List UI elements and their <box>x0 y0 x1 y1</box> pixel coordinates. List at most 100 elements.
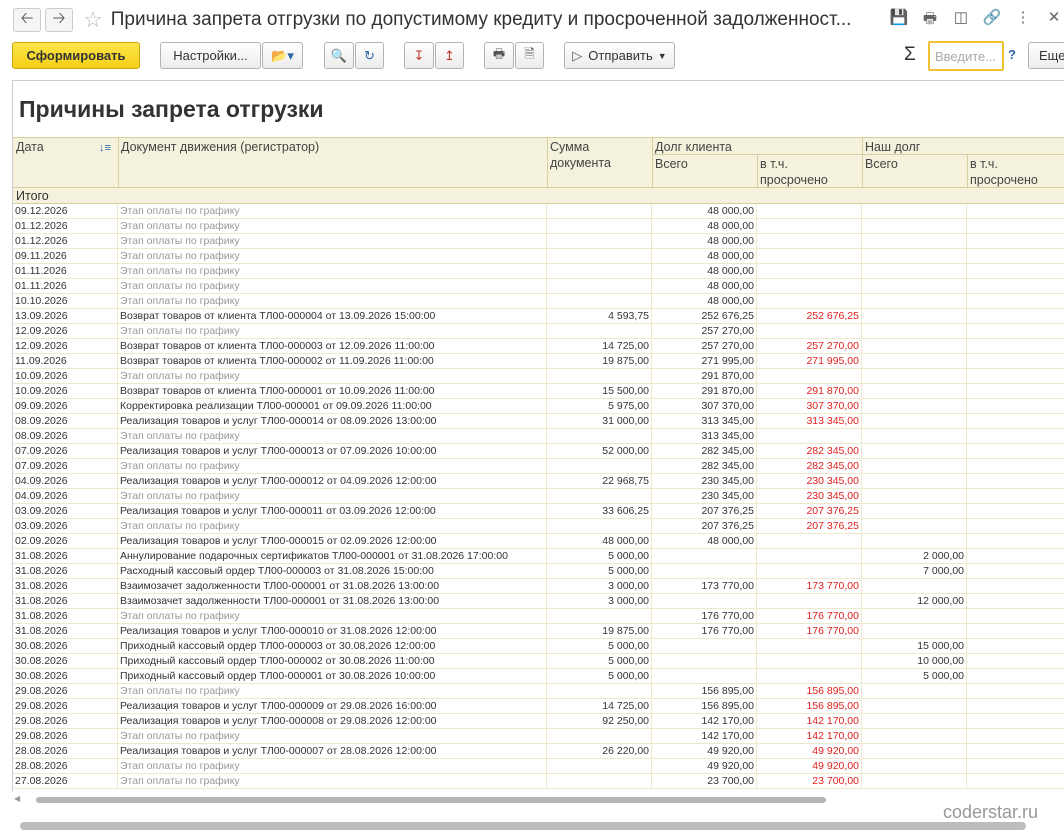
col-client-total[interactable]: Всего <box>655 156 688 172</box>
table-row[interactable]: 13.09.2026 Возврат товаров от клиента ТЛ0… <box>13 309 1064 324</box>
cell-document[interactable]: Этап оплаты по графику <box>118 249 547 264</box>
table-row[interactable]: 31.08.2026 Взаимозачет задолженности ТЛ00… <box>13 594 1064 609</box>
col-date[interactable]: Дата <box>16 139 44 155</box>
cell-document[interactable]: Этап оплаты по графику <box>118 519 547 534</box>
cell-document[interactable]: Возврат товаров от клиента ТЛ00-000002 о… <box>118 354 547 369</box>
table-row[interactable]: 30.08.2026 Приходный кассовый ордер ТЛ00-… <box>13 639 1064 654</box>
table-row[interactable]: 04.09.2026 Этап оплаты по графику 230 345,… <box>13 489 1064 504</box>
cell-document[interactable]: Приходный кассовый ордер ТЛ00-000003 от … <box>118 639 547 654</box>
table-row[interactable]: 08.09.2026 Этап оплаты по графику 313 345,… <box>13 429 1064 444</box>
cell-document[interactable]: Возврат товаров от клиента ТЛ00-000001 о… <box>118 384 547 399</box>
cell-document[interactable]: Этап оплаты по графику <box>118 204 547 219</box>
col-client-debt[interactable]: Долг клиента <box>655 139 732 155</box>
table-row[interactable]: 10.09.2026 Этап оплаты по графику 291 870,… <box>13 369 1064 384</box>
table-row[interactable]: 10.10.2026 Этап оплаты по графику 48 000,0… <box>13 294 1064 309</box>
table-row[interactable]: 30.08.2026 Приходный кассовый ордер ТЛ00-… <box>13 654 1064 669</box>
table-row[interactable]: 31.08.2026 Расходный кассовый ордер ТЛ00-… <box>13 564 1064 579</box>
col-sum[interactable]: Сумма документа <box>550 139 630 171</box>
cell-document[interactable]: Этап оплаты по графику <box>118 324 547 339</box>
cell-document[interactable]: Приходный кассовый ордер ТЛ00-000002 от … <box>118 654 547 669</box>
cell-document[interactable]: Этап оплаты по графику <box>118 759 547 774</box>
cell-document[interactable]: Корректировка реализации ТЛ00-000001 от … <box>118 399 547 414</box>
table-row[interactable]: 31.08.2026 Взаимозачет задолженности ТЛ00… <box>13 579 1064 594</box>
col-document[interactable]: Документ движения (регистратор) <box>121 139 319 155</box>
table-row[interactable]: 11.09.2026 Возврат товаров от клиента ТЛ0… <box>13 354 1064 369</box>
col-our-overdue[interactable]: в т.ч. просрочено <box>970 156 1050 188</box>
cell-document[interactable]: Этап оплаты по графику <box>118 279 547 294</box>
cell-document[interactable]: Взаимозачет задолженности ТЛ00-000001 от… <box>118 579 547 594</box>
table-row[interactable]: 31.08.2026 Реализация товаров и услуг ТЛ0… <box>13 624 1064 639</box>
cell-document[interactable]: Взаимозачет задолженности ТЛ00-000001 от… <box>118 594 547 609</box>
variants-dropdown[interactable]: 📂▾ <box>262 42 303 69</box>
table-row[interactable]: 01.11.2026 Этап оплаты по графику 48 000,0… <box>13 264 1064 279</box>
find-next-button[interactable]: ↻ <box>355 42 384 69</box>
cell-document[interactable]: Этап оплаты по графику <box>118 609 547 624</box>
table-row[interactable]: 03.09.2026 Этап оплаты по графику 207 376,… <box>13 519 1064 534</box>
table-row[interactable]: 28.08.2026 Реализация товаров и услуг ТЛ0… <box>13 744 1064 759</box>
cell-document[interactable]: Этап оплаты по графику <box>118 234 547 249</box>
expand-groups-button[interactable]: ↧ <box>404 42 434 69</box>
table-row[interactable]: 07.09.2026 Реализация товаров и услуг ТЛ0… <box>13 444 1064 459</box>
cell-document[interactable]: Этап оплаты по графику <box>118 219 547 234</box>
table-row[interactable]: 12.09.2026 Этап оплаты по графику 257 270,… <box>13 324 1064 339</box>
table-row[interactable]: 03.09.2026 Реализация товаров и услуг ТЛ0… <box>13 504 1064 519</box>
close-icon[interactable]: ✕ <box>1044 8 1064 33</box>
settings-button[interactable]: Настройки... <box>160 42 261 69</box>
table-row[interactable]: 30.08.2026 Приходный кассовый ордер ТЛ00-… <box>13 669 1064 684</box>
cell-document[interactable]: Этап оплаты по графику <box>118 459 547 474</box>
cell-document[interactable]: Реализация товаров и услуг ТЛ00-000010 о… <box>118 624 547 639</box>
cell-document[interactable]: Этап оплаты по графику <box>118 729 547 744</box>
cell-document[interactable]: Этап оплаты по графику <box>118 264 547 279</box>
print-button[interactable]: 🖶 <box>484 42 514 69</box>
table-row[interactable]: 29.08.2026 Реализация товаров и услуг ТЛ0… <box>13 699 1064 714</box>
scroll-left-icon[interactable]: ◀ <box>14 794 20 803</box>
cell-document[interactable]: Реализация товаров и услуг ТЛ00-000009 о… <box>118 699 547 714</box>
cell-document[interactable]: Аннулирование подарочных сертификатов ТЛ… <box>118 549 547 564</box>
forward-arrow-icon[interactable]: 🡢 <box>45 8 73 32</box>
more-button[interactable]: Еще <box>1028 42 1064 69</box>
cell-document[interactable]: Расходный кассовый ордер ТЛ00-000003 от … <box>118 564 547 579</box>
table-row[interactable]: 12.09.2026 Возврат товаров от клиента ТЛ0… <box>13 339 1064 354</box>
table-row[interactable]: 04.09.2026 Реализация товаров и услуг ТЛ0… <box>13 474 1064 489</box>
cell-document[interactable]: Этап оплаты по графику <box>118 429 547 444</box>
report-sheet[interactable]: Причины запрета отгрузки Дата ↓≡ Докумен… <box>12 80 1064 792</box>
cell-document[interactable]: Возврат товаров от клиента ТЛ00-000004 о… <box>118 309 547 324</box>
link-icon[interactable]: 🔗 <box>982 8 1002 33</box>
find-button[interactable]: 🔍 <box>324 42 354 69</box>
cell-document[interactable]: Этап оплаты по графику <box>118 489 547 504</box>
cell-document[interactable]: Приходный кассовый ордер ТЛ00-000001 от … <box>118 669 547 684</box>
cell-document[interactable]: Реализация товаров и услуг ТЛ00-000008 о… <box>118 714 547 729</box>
cell-document[interactable]: Реализация товаров и услуг ТЛ00-000015 о… <box>118 534 547 549</box>
table-row[interactable]: 01.11.2026 Этап оплаты по графику 48 000,0… <box>13 279 1064 294</box>
cell-document[interactable]: Реализация товаров и услуг ТЛ00-000012 о… <box>118 474 547 489</box>
cell-document[interactable]: Этап оплаты по графику <box>118 684 547 699</box>
table-row[interactable]: 31.08.2026 Этап оплаты по графику 176 770,… <box>13 609 1064 624</box>
search-input[interactable]: Введите... <box>928 41 1004 71</box>
window-scrollbar[interactable] <box>20 822 1026 830</box>
preview-button[interactable]: 🗎 <box>515 42 544 69</box>
send-button[interactable]: ▷ Отправить ▼ <box>564 42 675 69</box>
cell-document[interactable]: Этап оплаты по графику <box>118 294 547 309</box>
back-arrow-icon[interactable]: 🡠 <box>13 8 41 32</box>
favorite-star-icon[interactable]: ☆ <box>83 9 103 31</box>
cell-document[interactable]: Реализация товаров и услуг ТЛ00-000014 о… <box>118 414 547 429</box>
cell-document[interactable]: Возврат товаров от клиента ТЛ00-000003 о… <box>118 339 547 354</box>
cell-document[interactable]: Этап оплаты по графику <box>118 774 547 789</box>
col-our-debt[interactable]: Наш долг <box>865 139 920 155</box>
table-row[interactable]: 28.08.2026 Этап оплаты по графику 49 920,0… <box>13 759 1064 774</box>
table-row[interactable]: 29.08.2026 Этап оплаты по графику 156 895,… <box>13 684 1064 699</box>
table-row[interactable]: 10.09.2026 Возврат товаров от клиента ТЛ0… <box>13 384 1064 399</box>
scroll-thumb[interactable] <box>36 797 826 803</box>
table-row[interactable]: 09.12.2026 Этап оплаты по графику 48 000,0… <box>13 204 1064 219</box>
sum-icon[interactable]: Σ <box>904 44 916 66</box>
table-row[interactable]: 29.08.2026 Реализация товаров и услуг ТЛ0… <box>13 714 1064 729</box>
col-our-total[interactable]: Всего <box>865 156 898 172</box>
col-client-overdue[interactable]: в т.ч. просрочено <box>760 156 840 188</box>
table-row[interactable]: 31.08.2026 Аннулирование подарочных серти… <box>13 549 1064 564</box>
generate-button[interactable]: Сформировать <box>12 42 140 69</box>
preview-icon[interactable]: ◫ <box>951 8 971 33</box>
cell-document[interactable]: Реализация товаров и услуг ТЛ00-000013 о… <box>118 444 547 459</box>
table-row[interactable]: 29.08.2026 Этап оплаты по графику 142 170,… <box>13 729 1064 744</box>
table-row[interactable]: 01.12.2026 Этап оплаты по графику 48 000,0… <box>13 234 1064 249</box>
table-row[interactable]: 09.11.2026 Этап оплаты по графику 48 000,0… <box>13 249 1064 264</box>
